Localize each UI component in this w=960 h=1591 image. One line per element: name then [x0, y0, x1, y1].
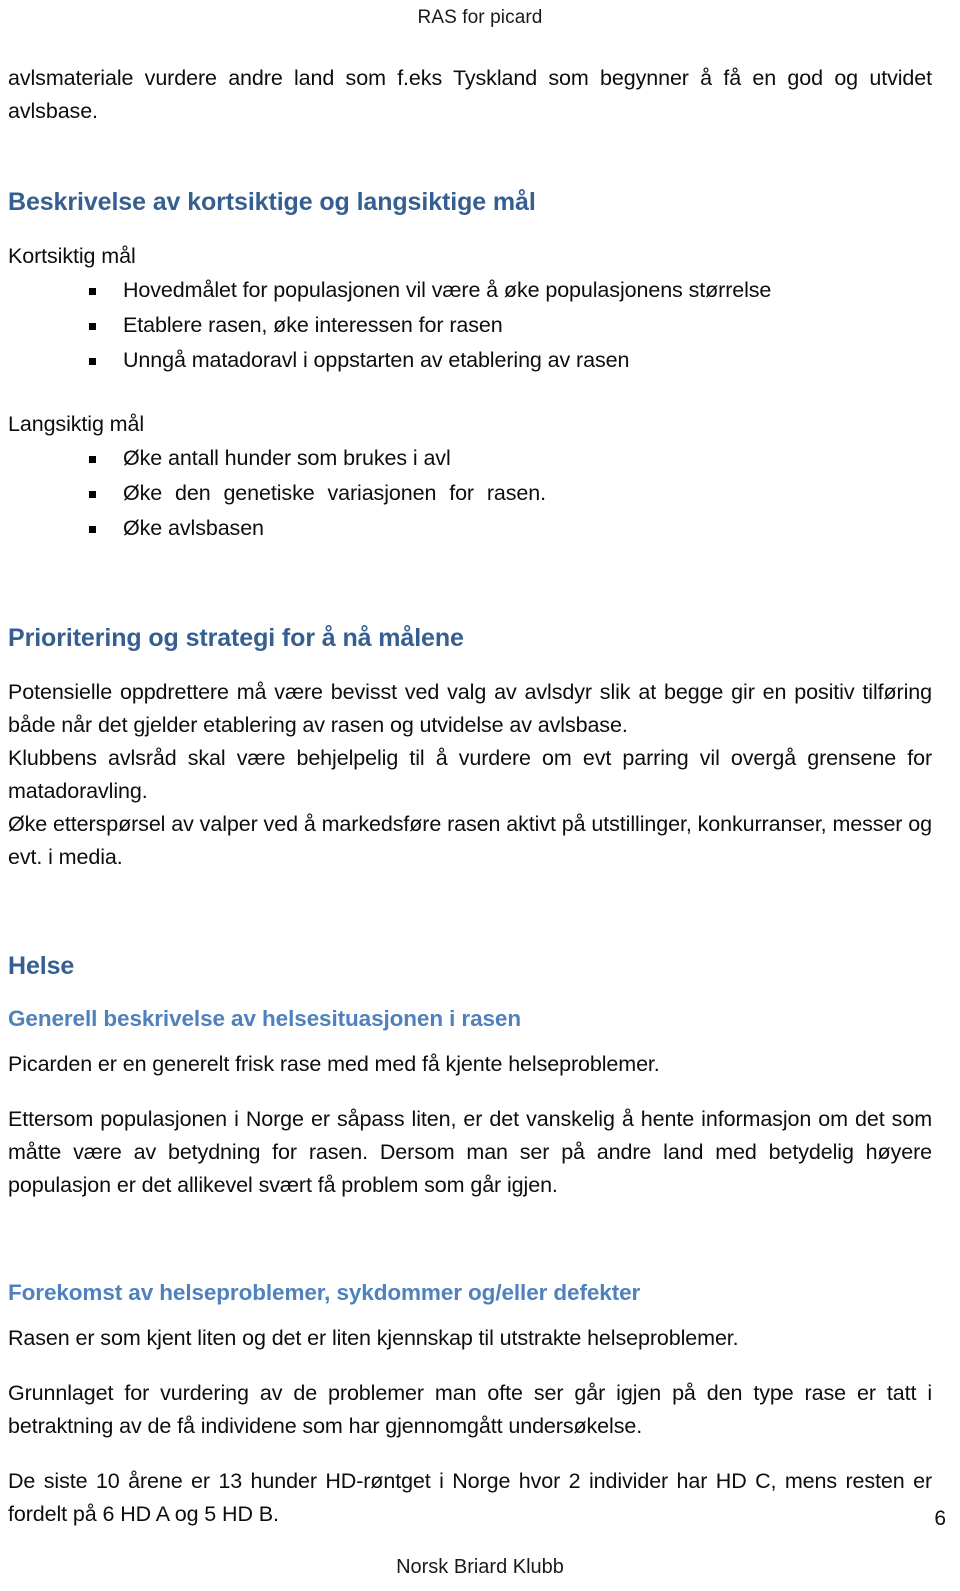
list-item: Øke avlsbasen	[8, 511, 932, 546]
list-item-label: Øke den genetiske variasjonen for rasen.	[123, 481, 547, 505]
list-item: Hovedmålet for populasjonen vil være å ø…	[8, 273, 932, 308]
list-item: Unngå matadoravl i oppstarten av etabler…	[8, 343, 932, 378]
square-bullet-icon	[89, 288, 96, 295]
strategy-paragraph-1: Potensielle oppdrettere må være bevisst …	[8, 680, 932, 737]
square-bullet-icon	[89, 358, 96, 365]
square-bullet-icon	[89, 526, 96, 533]
list-item-label: Øke avlsbasen	[123, 516, 264, 540]
heading-goals: Beskrivelse av kortsiktige og langsiktig…	[8, 188, 536, 216]
list-item-label: Øke antall hunder som brukes i avl	[123, 446, 451, 470]
label-short-term-goals: Kortsiktig mål	[8, 244, 136, 268]
heading-health: Helse	[8, 952, 75, 980]
subheading-health-problems: Forekomst av helseproblemer, sykdommer o…	[8, 1280, 641, 1305]
heading-strategy: Prioritering og strategi for å nå målene	[8, 624, 464, 652]
strategy-paragraph-3: Øke etterspørsel av valper ved å markeds…	[8, 812, 932, 869]
square-bullet-icon	[89, 491, 96, 498]
subheading-health-general: Generell beskrivelse av helsesituasjonen…	[8, 1006, 521, 1031]
square-bullet-icon	[89, 323, 96, 330]
list-item-label: Etablere rasen, øke interessen for rasen	[123, 313, 503, 337]
running-header: RAS for picard	[417, 7, 543, 28]
page-number: 6	[934, 1507, 946, 1530]
list-item-label: Hovedmålet for populasjonen vil være å ø…	[123, 278, 772, 302]
list-short-term-goals: Hovedmålet for populasjonen vil være å ø…	[8, 273, 932, 378]
list-item: Øke antall hunder som brukes i avl	[8, 441, 932, 476]
square-bullet-icon	[89, 456, 96, 463]
list-item: Øke den genetiske variasjonen for rasen.	[8, 476, 932, 511]
page-content: avlsmateriale vurdere andre land som f.e…	[8, 62, 932, 1531]
problems-paragraph-1: Rasen er som kjent liten og det er liten…	[8, 1326, 739, 1350]
list-long-term-goals: Øke antall hunder som brukes i avl Øke d…	[8, 441, 932, 546]
health-paragraph-2: Ettersom populasjonen i Norge er såpass …	[8, 1107, 932, 1197]
running-footer: Norsk Briard Klubb	[396, 1556, 564, 1578]
document-page: RAS for picard avlsmateriale vurdere and…	[0, 0, 960, 1591]
list-item: Etablere rasen, øke interessen for rasen	[8, 308, 932, 343]
label-long-term-goals: Langsiktig mål	[8, 412, 145, 436]
problems-paragraph-3: De siste 10 årene er 13 hunder HD-røntge…	[8, 1469, 932, 1526]
strategy-paragraph-2: Klubbens avlsråd skal være behjelpelig t…	[8, 746, 932, 803]
problems-paragraph-2: Grunnlaget for vurdering av de problemer…	[8, 1381, 932, 1438]
health-paragraph-1: Picarden er en generelt frisk rase med m…	[8, 1052, 660, 1076]
list-item-label: Unngå matadoravl i oppstarten av etabler…	[123, 348, 630, 372]
intro-paragraph: avlsmateriale vurdere andre land som f.e…	[8, 66, 932, 123]
